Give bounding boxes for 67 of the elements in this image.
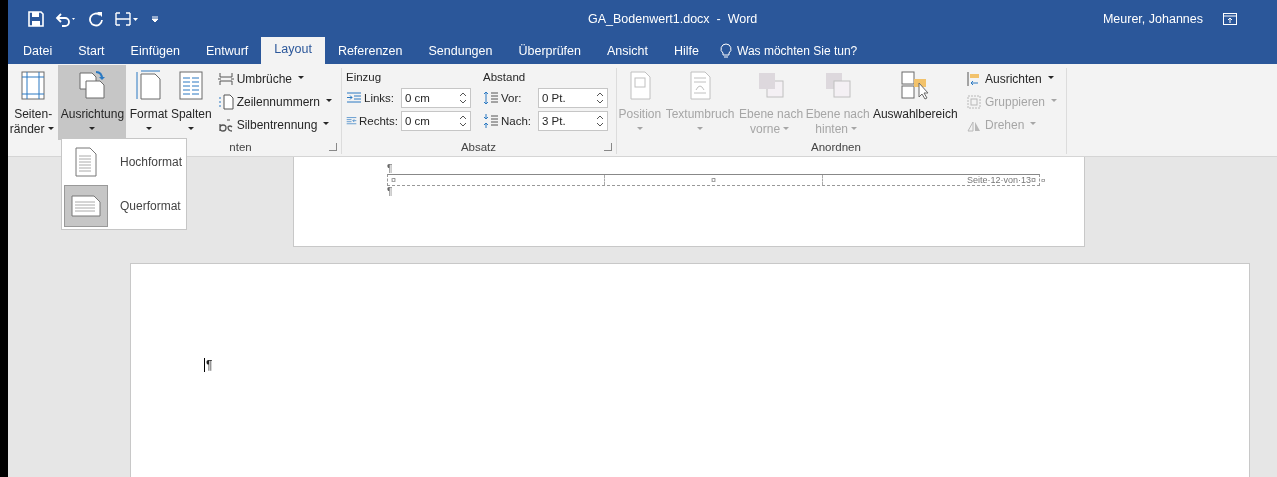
save-icon[interactable] bbox=[28, 10, 44, 27]
ribbon-button[interactable]: Seiten- ränder bbox=[8, 65, 59, 140]
ribbon-button[interactable]: Format bbox=[126, 65, 171, 140]
menu-item[interactable]: Querformat bbox=[64, 185, 184, 227]
window-title: GA_Bodenwert1.docx - Word bbox=[588, 11, 759, 26]
lightbulb-icon bbox=[720, 42, 732, 59]
group-label: Anordnen bbox=[811, 140, 861, 154]
section-heading: Einzug bbox=[346, 70, 383, 85]
left-icon bbox=[346, 89, 362, 106]
table-cell-text: Seite·12·von·13¤ bbox=[965, 175, 1037, 185]
spinner-arrows-icon[interactable] bbox=[459, 90, 467, 105]
ribbon-tab[interactable]: Datei bbox=[10, 37, 66, 64]
linenumbers-icon bbox=[217, 93, 234, 110]
ribbon-tab[interactable]: Referenzen bbox=[324, 37, 416, 64]
undo-icon[interactable] bbox=[54, 10, 78, 27]
spin-field[interactable]: 0 Pt. bbox=[538, 87, 608, 108]
before-icon bbox=[483, 89, 499, 106]
selection-icon bbox=[899, 69, 932, 101]
table-cell: ¤ bbox=[388, 175, 606, 185]
ribbon-button[interactable]: Umbrüche bbox=[215, 68, 337, 89]
ribbon-tab[interactable]: Einfügen bbox=[117, 37, 193, 64]
redo-icon[interactable] bbox=[88, 10, 104, 27]
ribbon-display-icon[interactable] bbox=[1223, 12, 1237, 25]
spin-field[interactable]: 0 cm bbox=[401, 87, 471, 108]
field-label: Rechts: bbox=[346, 112, 398, 129]
ribbon-button[interactable]: Silbentrennung bbox=[215, 114, 337, 135]
field-label: Nach: bbox=[483, 112, 535, 129]
paragraph-mark: ¶ bbox=[387, 186, 394, 197]
section-heading: Abstand bbox=[483, 70, 527, 85]
ribbon-button[interactable]: Ausrichten bbox=[963, 68, 1062, 89]
page-break-icon[interactable] bbox=[114, 10, 140, 27]
breaks-icon bbox=[217, 70, 234, 87]
customize-icon[interactable] bbox=[150, 13, 160, 24]
group-label: nten bbox=[229, 140, 252, 154]
ribbon-tab[interactable]: Hilfe bbox=[661, 37, 712, 64]
ribbon-button[interactable]: Auswahlbereich bbox=[870, 65, 960, 140]
group-label: Absatz bbox=[460, 140, 497, 154]
group-icon bbox=[965, 93, 982, 110]
user-name[interactable]: Meurer, Johannes bbox=[1102, 11, 1203, 26]
ribbon-tab[interactable]: Entwurf bbox=[192, 37, 262, 64]
field-label: Links: bbox=[346, 89, 398, 106]
dialog-launcher-icon[interactable] bbox=[604, 143, 612, 151]
ribbon-button[interactable]: Zeilennummern bbox=[215, 91, 337, 112]
ribbon-button[interactable]: Spalten bbox=[170, 65, 212, 140]
align-icon bbox=[965, 70, 982, 87]
paragraph-mark: ¶ bbox=[387, 163, 394, 174]
spinner-arrows-icon[interactable] bbox=[459, 113, 467, 128]
after-icon bbox=[483, 112, 499, 129]
tell-me-search[interactable]: Was möchten Sie tun? bbox=[712, 37, 866, 64]
paragraph-mark: ¶ bbox=[204, 358, 213, 372]
landscape-page-icon bbox=[71, 195, 101, 217]
row-end-mark: ¤ bbox=[1041, 175, 1046, 185]
spinner-arrows-icon[interactable] bbox=[596, 113, 604, 128]
menu-item[interactable]: Hochformat bbox=[64, 141, 184, 183]
spin-field[interactable]: 0 cm bbox=[401, 110, 471, 131]
portrait-page-icon bbox=[75, 147, 97, 177]
ribbon-button[interactable]: Ausrichtung bbox=[58, 65, 127, 140]
ribbon-tab[interactable]: Sendungen bbox=[415, 37, 506, 64]
field-label: Vor: bbox=[483, 89, 535, 106]
spin-field[interactable]: 3 Pt. bbox=[538, 110, 608, 131]
dialog-launcher-icon[interactable] bbox=[329, 143, 337, 151]
ribbon-tab[interactable]: Überprüfen bbox=[505, 37, 594, 64]
ribbon-tab[interactable]: Start bbox=[65, 37, 118, 64]
table-cell: ¤ bbox=[605, 175, 823, 185]
hyphenation-icon bbox=[217, 116, 234, 133]
spinner-arrows-icon[interactable] bbox=[596, 90, 604, 105]
ribbon-tab[interactable]: Ansicht bbox=[594, 37, 661, 64]
